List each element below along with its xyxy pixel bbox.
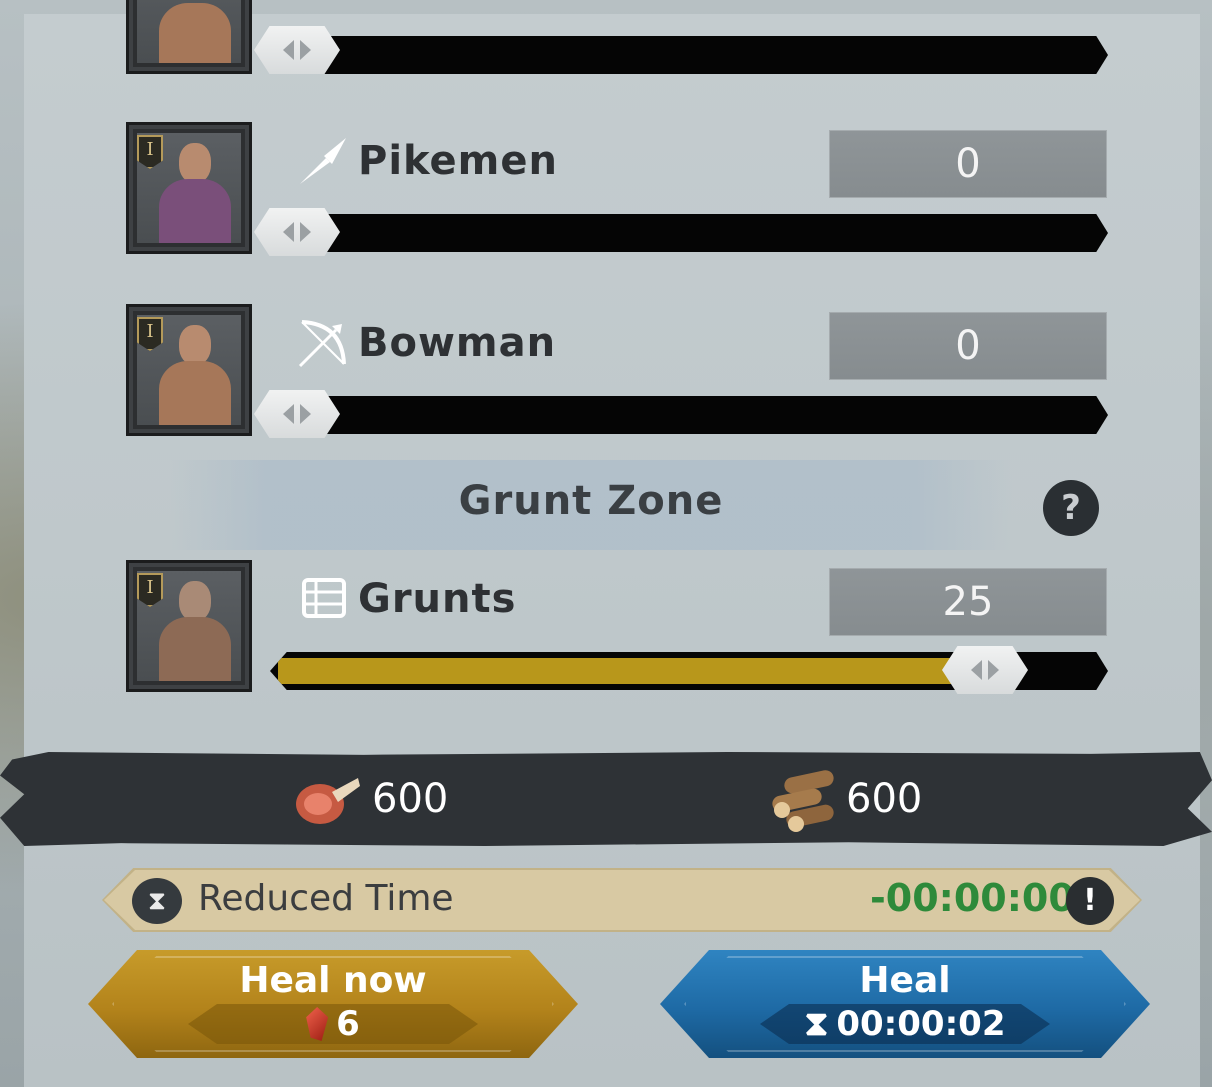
pikemen-portrait: I xyxy=(126,122,252,254)
chevron-left-icon xyxy=(971,660,982,680)
bowman-slider-handle[interactable] xyxy=(254,390,340,438)
heal-time-value: 00:00:02 xyxy=(836,1004,1006,1044)
grunts-portrait: I xyxy=(126,560,252,692)
reduced-time-value: -00:00:00 xyxy=(870,876,1075,920)
slider-handle-top-partial[interactable] xyxy=(254,26,340,74)
heal-label: Heal xyxy=(859,960,951,1001)
exclamation-icon[interactable]: ! xyxy=(1066,877,1114,925)
slider-track-top-partial[interactable] xyxy=(270,36,1108,74)
grunt-zone-title: Grunt Zone xyxy=(458,478,724,524)
pikemen-slider-handle[interactable] xyxy=(254,208,340,256)
grunts-slider-fill xyxy=(278,658,985,684)
chevron-right-icon xyxy=(988,660,999,680)
chevron-left-icon xyxy=(283,404,294,424)
bowman-portrait: I xyxy=(126,304,252,436)
portrait-figure xyxy=(159,3,231,63)
reduced-time-label: Reduced Time xyxy=(198,878,454,919)
portrait-figure xyxy=(159,361,231,425)
unit-name-bowman: Bowman xyxy=(358,320,557,366)
chevron-right-icon xyxy=(300,222,311,242)
chevron-right-icon xyxy=(300,404,311,424)
portrait-head xyxy=(179,325,211,365)
unit-name-pikemen: Pikemen xyxy=(358,138,558,184)
gem-icon xyxy=(306,1007,329,1041)
resource-cost-bar xyxy=(0,752,1212,846)
hourglass-icon: ⧗ xyxy=(132,878,182,924)
portrait-head xyxy=(179,581,211,621)
unit-portrait-top-partial xyxy=(126,0,252,74)
portrait-figure xyxy=(159,617,231,681)
grunts-slider-handle[interactable] xyxy=(942,646,1028,694)
chevron-right-icon xyxy=(300,40,311,60)
portrait-art xyxy=(137,0,241,63)
food-cost-value: 600 xyxy=(372,776,449,822)
bow-icon xyxy=(298,320,346,368)
heal-now-cost-value: 6 xyxy=(336,1004,360,1044)
bowman-slider-track[interactable] xyxy=(270,396,1108,434)
pikemen-slider-track[interactable] xyxy=(270,214,1108,252)
unit-name-grunts: Grunts xyxy=(358,576,517,622)
meat-icon xyxy=(296,778,360,824)
heal-time: ⧗ 00:00:02 xyxy=(760,1004,1050,1044)
portrait-head xyxy=(179,143,211,183)
pikemen-count-input[interactable]: 0 xyxy=(829,130,1107,198)
heal-button[interactable]: Heal ⧗ 00:00:02 xyxy=(660,950,1150,1058)
bowman-count-input[interactable]: 0 xyxy=(829,312,1107,380)
logs-icon xyxy=(772,770,834,832)
question-icon[interactable]: ? xyxy=(1043,480,1099,536)
heal-now-cost: 6 xyxy=(188,1004,478,1044)
heal-now-button[interactable]: Heal now 6 xyxy=(88,950,578,1058)
supply-crate-icon xyxy=(302,578,346,618)
chevron-left-icon xyxy=(283,40,294,60)
hourglass-icon: ⧗ xyxy=(804,1004,829,1044)
heal-now-label: Heal now xyxy=(239,960,427,1001)
spear-icon xyxy=(300,138,346,184)
portrait-figure xyxy=(159,179,231,243)
chevron-left-icon xyxy=(283,222,294,242)
grunts-count-input[interactable]: 25 xyxy=(829,568,1107,636)
wood-cost-value: 600 xyxy=(846,776,923,822)
